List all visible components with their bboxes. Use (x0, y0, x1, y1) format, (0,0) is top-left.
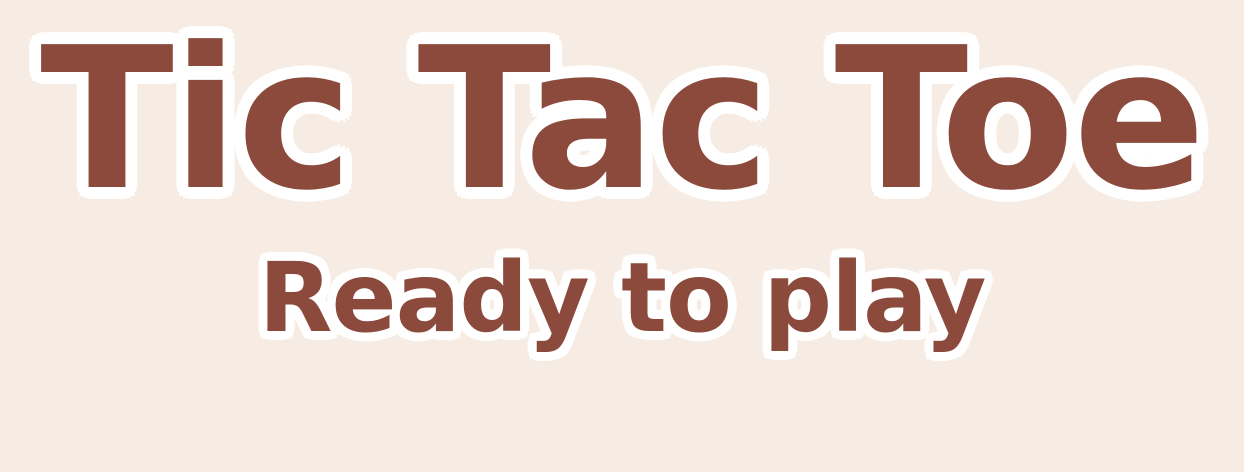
game-status: Ready to play (258, 242, 987, 354)
game-title: Tic Tac Toe (40, 6, 1206, 234)
game-screen: Tic Tac Toe Ready to play (0, 0, 1244, 472)
